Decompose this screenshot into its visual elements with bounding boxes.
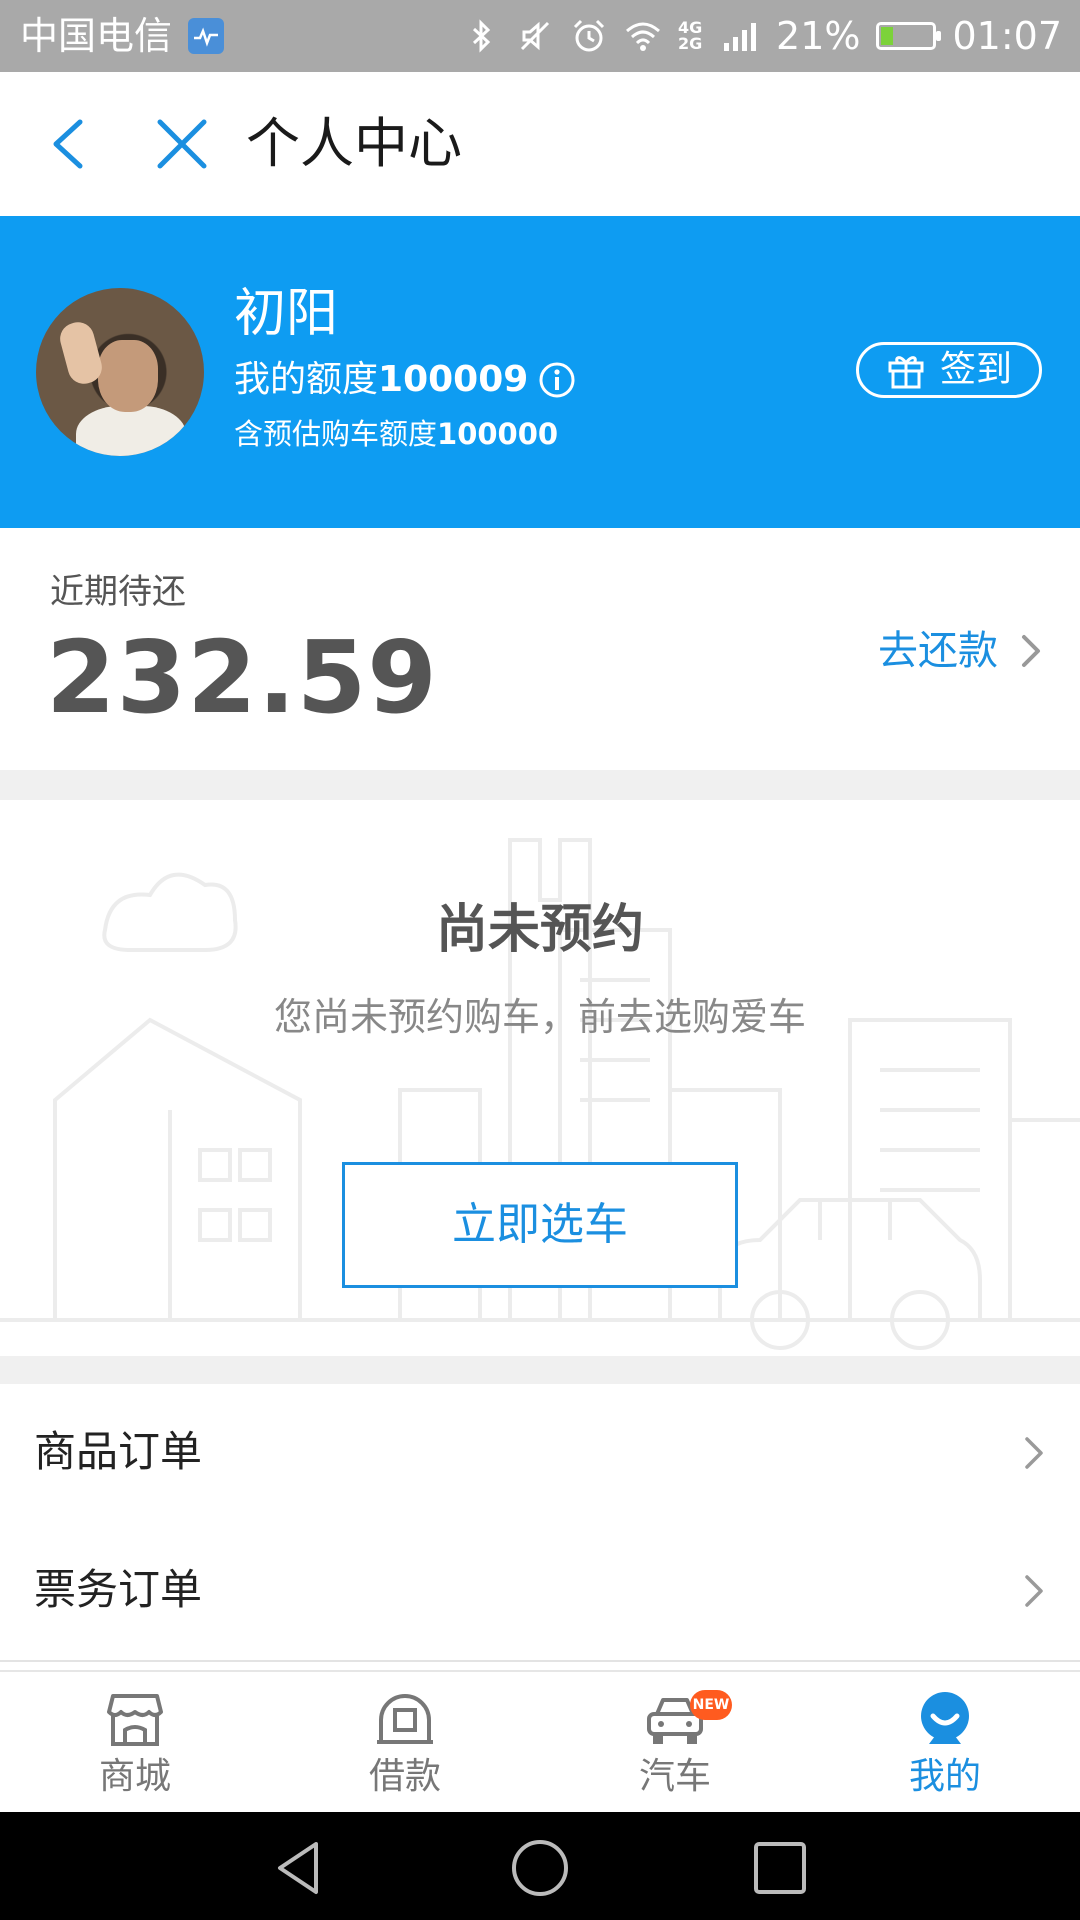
repayment-section: 近期待还 232.59 去还款: [0, 528, 1080, 770]
chevron-right-icon: [1025, 1575, 1043, 1607]
user-name: 初阳: [234, 284, 339, 344]
clock: 01:07: [952, 14, 1062, 58]
repayment-amount: 232.59: [46, 619, 438, 736]
chevron-right-icon: [1022, 635, 1040, 667]
profile-icon: [921, 1692, 969, 1744]
tab-label: 我的: [908, 1756, 981, 1797]
page-title: 个人中心: [246, 112, 462, 175]
reservation-title: 尚未预约: [435, 900, 644, 960]
navigation-bar: 个人中心: [0, 72, 1080, 216]
bluetooth-icon: [472, 19, 491, 53]
store-icon: [107, 1694, 163, 1746]
new-badge: NEW: [690, 1690, 732, 1720]
tab-label: 商城: [98, 1756, 171, 1797]
system-back-icon[interactable]: [270, 1838, 330, 1898]
menu-item-product-orders[interactable]: 商品订单: [0, 1384, 1080, 1524]
checkin-button[interactable]: 签到: [856, 342, 1042, 398]
tab-store[interactable]: 商城: [0, 1672, 270, 1814]
battery-percent: 21%: [776, 14, 861, 58]
checkin-label: 签到: [939, 349, 1012, 390]
close-icon[interactable]: [150, 112, 214, 176]
bottom-tab-bar: 商城 借款 NEW 汽车 我的: [0, 1670, 1080, 1814]
wifi-icon: [626, 22, 661, 51]
carrier-name: 中国电信: [20, 14, 173, 58]
tab-car[interactable]: NEW 汽车: [540, 1672, 810, 1814]
loan-icon: [377, 1694, 433, 1744]
go-repay-label: 去还款: [878, 628, 998, 674]
menu-item-label: 票务订单: [34, 1565, 203, 1614]
system-home-icon[interactable]: [510, 1838, 570, 1898]
gift-icon: [888, 356, 924, 389]
tab-loan[interactable]: 借款: [270, 1672, 540, 1814]
car-quota: 含预估购车额度 100000: [234, 414, 558, 454]
section-divider: [0, 1356, 1080, 1384]
signal-icon: [724, 23, 757, 51]
repayment-label: 近期待还: [50, 572, 186, 612]
network-type: 4G 2G: [678, 18, 703, 53]
reservation-section: 尚未预约 您尚未预约购车，前去选购爱车 立即选车: [0, 800, 1080, 1356]
car-quota-value: 100000: [437, 417, 559, 451]
tab-label: 汽车: [638, 1756, 711, 1797]
mute-icon: [520, 21, 550, 51]
battery-icon: [876, 22, 942, 50]
system-recents-icon[interactable]: [750, 1838, 810, 1898]
status-bar: 中国电信 4G 2G 21% 01:07: [0, 0, 1080, 72]
menu-item-ticket-orders[interactable]: 票务订单: [0, 1522, 1080, 1662]
car-quota-label: 含预估购车额度: [234, 417, 438, 451]
reservation-subtitle: 您尚未预约购车，前去选购爱车: [273, 995, 806, 1039]
choose-car-button[interactable]: 立即选车: [342, 1162, 738, 1288]
alarm-icon: [573, 19, 605, 52]
quota-value: 100009: [378, 359, 529, 400]
tab-label: 借款: [368, 1756, 441, 1797]
chevron-right-icon: [1025, 1437, 1043, 1469]
health-app-icon: [188, 18, 224, 54]
quota-label: 我的额度: [234, 359, 379, 400]
go-repay-link[interactable]: 去还款: [878, 626, 1044, 676]
menu-item-label: 商品订单: [34, 1427, 203, 1476]
back-arrow-icon[interactable]: [40, 112, 100, 176]
system-navigation-bar: [0, 1812, 1080, 1920]
credit-quota: 我的额度 100009: [234, 356, 576, 404]
tab-profile[interactable]: 我的: [810, 1672, 1080, 1814]
info-icon[interactable]: [538, 361, 576, 399]
profile-card: 初阳 我的额度 100009 含预估购车额度 100000 签到: [0, 216, 1080, 528]
choose-car-label: 立即选车: [452, 1199, 628, 1250]
avatar[interactable]: [36, 288, 204, 456]
section-divider: [0, 770, 1080, 800]
